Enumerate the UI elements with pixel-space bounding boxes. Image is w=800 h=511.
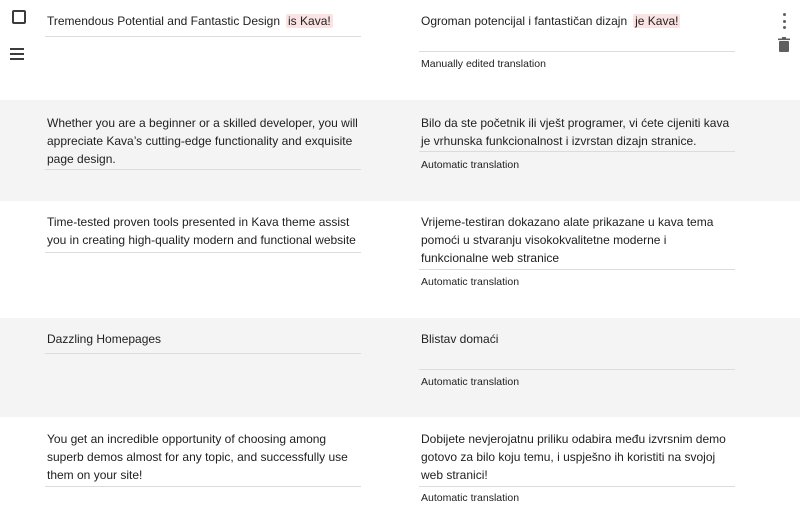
source-divider [45,353,361,354]
translation-status: Manually edited translation [421,58,546,70]
source-tag: is Kava! [286,14,333,28]
source-text[interactable]: Tremendous Potential and Fantastic Desig… [47,12,361,30]
segment-row: Whether you are a beginner or a skilled … [0,100,800,201]
target-text[interactable]: Vrijeme-testiran dokazano alate prikazan… [421,213,735,267]
target-divider [419,269,735,270]
more-vert-icon[interactable] [781,13,787,29]
target-text-part: Ogroman potencijal i fantastičan dizajn [421,14,628,28]
translation-status: Automatic translation [421,376,520,388]
target-divider [419,51,735,52]
segment-row: You get an incredible opportunity of cho… [0,417,800,511]
source-text[interactable]: Dazzling Homepages [47,330,361,348]
target-divider [419,369,735,370]
target-tag: je Kava! [633,14,681,28]
target-text[interactable]: Bilo da ste početnik ili vješt programer… [421,114,735,150]
source-text[interactable]: You get an incredible opportunity of cho… [47,430,361,484]
target-divider [419,151,735,152]
target-text[interactable]: Ogroman potencijal i fantastičan dizajn j… [421,12,735,30]
drag-handle-icon[interactable] [10,48,24,60]
source-divider [45,252,361,253]
source-text[interactable]: Time-tested proven tools presented in Ka… [47,213,361,249]
segment-row: Dazzling Homepages Blistav domaći Automa… [0,318,800,417]
source-text-part: Tremendous Potential and Fantastic Desig… [47,14,281,28]
segment-row: Tremendous Potential and Fantastic Desig… [0,0,800,100]
source-divider [45,169,361,170]
trash-icon[interactable] [778,37,790,57]
target-text[interactable]: Blistav domaći [421,330,735,348]
source-divider [45,36,361,37]
translation-status: Automatic translation [421,159,520,171]
select-checkbox[interactable] [12,10,26,24]
source-divider [45,486,361,487]
target-text[interactable]: Dobijete nevjerojatnu priliku odabira me… [421,430,735,484]
translation-status: Automatic translation [421,276,520,288]
segment-row: Time-tested proven tools presented in Ka… [0,201,800,318]
target-divider [419,486,735,487]
source-text[interactable]: Whether you are a beginner or a skilled … [47,114,361,168]
translation-status: Automatic translation [421,492,520,504]
